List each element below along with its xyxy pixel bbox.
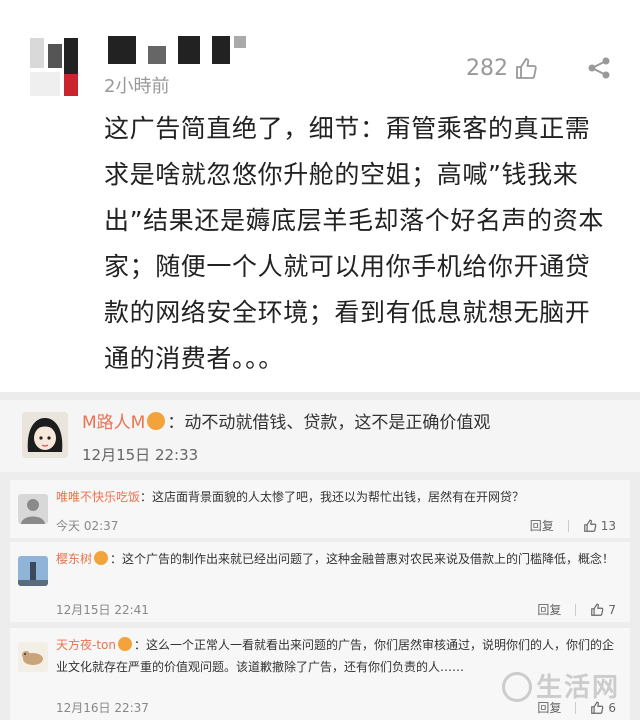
reply-button[interactable]: 回复 xyxy=(530,517,554,534)
avatar[interactable] xyxy=(22,412,68,458)
reply-username[interactable]: 樱东树 xyxy=(56,552,92,566)
reply-actions: 回复 6 xyxy=(537,699,616,716)
comment-text: ：动不动就借钱、贷款，这不是正确价值观 xyxy=(167,413,491,433)
reply-text: 樱东树 ：这个广告的制作出来就已经出问题了，这种金融普惠对农民来说及借款上的门槛降… xyxy=(56,551,615,566)
separator xyxy=(575,603,577,616)
avatar[interactable] xyxy=(18,642,48,672)
separator xyxy=(575,701,577,714)
vip-badge-icon xyxy=(117,637,132,651)
thumbs-up-icon xyxy=(591,701,604,714)
list-item: 唯唯不快乐吃饭：这店面背景面貌的人太惨了吧，我还以为帮忙出钱，居然有在开网贷？ … xyxy=(10,480,630,538)
reply-text: 天方夜-ton ：这么一个正常人一看就看出来问题的广告，你们居然审核通过，说明你们… xyxy=(56,637,614,674)
divider xyxy=(0,392,640,400)
default-user-icon xyxy=(18,494,48,524)
thumbs-up-icon xyxy=(591,603,604,616)
avatar[interactable] xyxy=(30,38,80,96)
like-count: 13 xyxy=(600,518,616,533)
like-button[interactable]: 7 xyxy=(590,603,616,617)
vip-badge-icon xyxy=(94,551,109,565)
list-item: 天方夜-ton ：这么一个正常人一看就看出来问题的广告，你们居然审核通过，说明你们… xyxy=(10,628,630,720)
comment: M路人M ：动不动就借钱、贷款，这不是正确价值观 12月15日 22:33 xyxy=(0,400,640,472)
reply-button[interactable]: 回复 xyxy=(537,699,561,716)
reply-button[interactable]: 回复 xyxy=(537,601,561,618)
reply-username[interactable]: 唯唯不快乐吃饭 xyxy=(56,490,140,504)
post-time: 2小時前 xyxy=(104,76,170,97)
post: 2小時前 282 这广告简直绝了，细节：甭管乘客的真正需求是啥就忽悠你升舱的空姐… xyxy=(0,0,640,392)
reply-time: 12月16日 22:37 xyxy=(56,701,149,715)
list-item: 樱东树 ：这个广告的制作出来就已经出问题了，这种金融普惠对农民来说及借款上的门槛降… xyxy=(10,542,630,622)
share-button[interactable] xyxy=(586,56,612,80)
reply-time: 今天 02:37 xyxy=(56,519,119,533)
like-count: 6 xyxy=(608,700,616,715)
share-icon xyxy=(588,57,610,79)
comment-time: 12月15日 22:33 xyxy=(82,446,199,464)
thumbs-up-icon xyxy=(516,57,537,79)
post-like-button[interactable]: 282 xyxy=(466,56,538,81)
comment-username[interactable]: M路人M xyxy=(82,408,145,433)
post-body: 这广告简直绝了，细节：甭管乘客的真正需求是啥就忽悠你升舱的空姐；高喊”钱我来出”… xyxy=(104,114,604,373)
vip-badge-icon xyxy=(147,411,166,430)
animal-drawing-icon xyxy=(18,642,48,672)
cartoon-girl-avatar-icon xyxy=(22,412,68,458)
reply-time: 12月15日 22:41 xyxy=(56,603,149,617)
username-pixelated[interactable] xyxy=(108,36,248,64)
comment-line: M路人M ：动不动就借钱、贷款，这不是正确价值观 xyxy=(82,408,490,433)
like-button[interactable]: 6 xyxy=(590,701,616,715)
avatar[interactable] xyxy=(18,556,48,586)
thumbs-up-icon xyxy=(583,519,597,532)
tower-photo-icon xyxy=(18,556,48,586)
reply-text: 唯唯不快乐吃饭：这店面背景面貌的人太惨了吧，我还以为帮忙出钱，居然有在开网贷？ xyxy=(56,490,525,504)
separator xyxy=(567,519,569,532)
like-button[interactable]: 13 xyxy=(583,519,616,533)
reply-username[interactable]: 天方夜-ton xyxy=(56,638,116,652)
reply-actions: 回复 7 xyxy=(537,601,616,618)
post-like-count: 282 xyxy=(466,56,508,81)
reply-list: 唯唯不快乐吃饭：这店面背景面貌的人太惨了吧，我还以为帮忙出钱，居然有在开网贷？ … xyxy=(0,472,640,720)
like-count: 7 xyxy=(608,602,616,617)
avatar[interactable] xyxy=(18,494,48,524)
reply-actions: 回复 13 xyxy=(530,517,616,534)
